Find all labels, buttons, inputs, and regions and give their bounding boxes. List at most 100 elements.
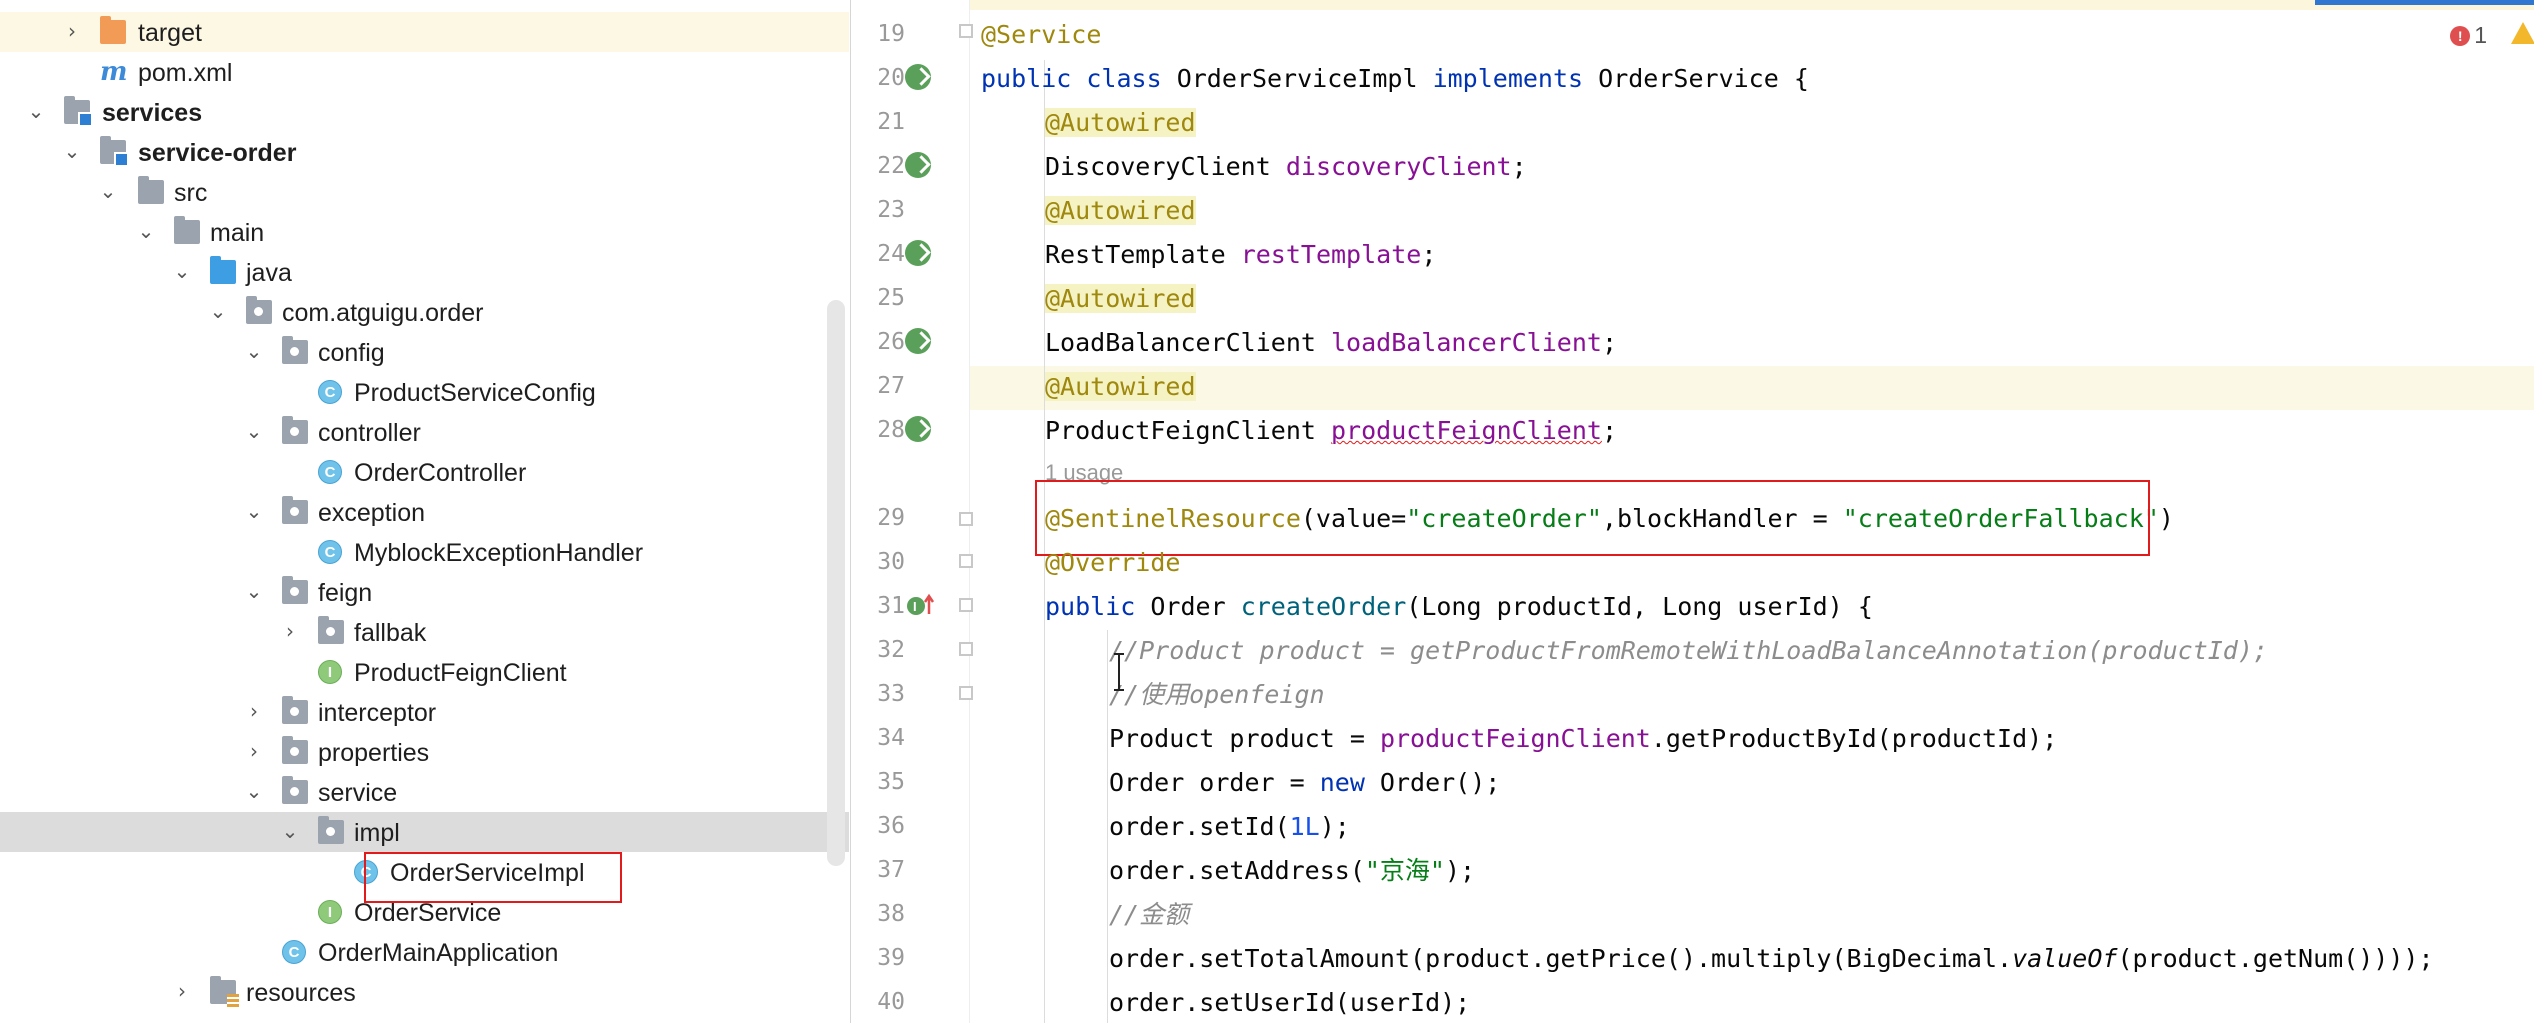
line-number: 19 [877, 21, 905, 47]
chevron-down-icon[interactable]: ⌄ [98, 181, 118, 201]
error-indicator[interactable]: ! 1 [2450, 22, 2487, 49]
tree-item-resources[interactable]: › resources [0, 972, 849, 1012]
tree-item-exception[interactable]: ⌄ exception [0, 492, 849, 532]
code-line-32: //Product product = getProductFromRemote… [1109, 631, 2268, 671]
code-token: (value= [1300, 504, 1407, 533]
tree-item-services[interactable]: ⌄ services [0, 92, 849, 132]
tree-item-label: exception [318, 499, 426, 527]
tree-item-service[interactable]: ⌄ service [0, 772, 849, 812]
code-token: Order(); [1364, 768, 1501, 797]
bean-gutter-icon[interactable] [905, 416, 931, 442]
tree-item-product-service-config[interactable]: C ProductServiceConfig [0, 372, 849, 412]
tree-item-main[interactable]: ⌄ main [0, 212, 849, 252]
type-token: RestTemplate [1045, 240, 1226, 269]
tree-item-fallbak[interactable]: › fallbak [0, 612, 849, 652]
fold-marker[interactable] [959, 24, 973, 38]
chevron-down-icon[interactable]: ⌄ [244, 781, 264, 801]
string-token: "createOrder" [1406, 504, 1602, 533]
chevron-right-icon[interactable]: › [244, 701, 264, 721]
code-line-19: @Service [981, 15, 1101, 55]
code-token: order.setAddress( [1109, 856, 1365, 885]
annotation-token: @Autowired [1045, 372, 1196, 401]
chevron-down-icon[interactable]: ⌄ [280, 821, 300, 841]
line-number: 21 [877, 109, 905, 135]
annotation-token: @Autowired [1045, 196, 1196, 225]
bean-gutter-icon[interactable] [905, 240, 931, 266]
fold-marker[interactable] [959, 598, 973, 612]
chevron-down-icon[interactable]: ⌄ [244, 341, 264, 361]
field-token: restTemplate [1240, 240, 1422, 269]
fold-marker[interactable] [959, 686, 973, 700]
fold-marker[interactable] [959, 554, 973, 568]
tree-item-label: MyblockExceptionHandler [354, 539, 644, 567]
bean-gutter-icon[interactable] [905, 64, 931, 90]
tree-item-label: impl [354, 819, 400, 847]
tree-item-myblock-exception-handler[interactable]: C MyblockExceptionHandler [0, 532, 849, 572]
code-line-24: RestTemplate restTemplate; [1045, 235, 1436, 275]
tree-item-service-order[interactable]: ⌄ service-order [0, 132, 849, 172]
package-icon [282, 696, 308, 724]
tree-item-controller[interactable]: ⌄ controller [0, 412, 849, 452]
keyword-token: public class [981, 64, 1162, 93]
line-number: 27 [877, 373, 905, 399]
bean-gutter-icon[interactable] [905, 328, 931, 354]
chevron-down-icon[interactable]: ⌄ [208, 301, 228, 321]
tree-item-properties[interactable]: › properties [0, 732, 849, 772]
tree-item-label: OrderService [354, 899, 502, 927]
type-token: Order [1150, 592, 1226, 621]
bean-gutter-icon[interactable] [905, 152, 931, 178]
chevron-right-icon[interactable]: › [172, 981, 192, 1001]
code-line-35: Order order = new Order(); [1109, 763, 1500, 803]
static-method-token: valueOf [2012, 944, 2118, 973]
tree-scrollbar[interactable] [827, 300, 845, 866]
chevron-down-icon[interactable]: ⌄ [244, 581, 264, 601]
chevron-down-icon[interactable]: ⌄ [136, 221, 156, 241]
tree-item-product-feign-client[interactable]: I ProductFeignClient [0, 652, 849, 692]
code-token: ) [2158, 504, 2174, 533]
tree-item-pom[interactable]: m pom.xml [0, 52, 849, 92]
chevron-right-icon[interactable]: › [280, 621, 300, 641]
folder-icon [138, 176, 164, 204]
chevron-down-icon[interactable]: ⌄ [62, 141, 82, 161]
chevron-down-icon[interactable]: ⌄ [244, 421, 264, 441]
line-number: 24 [877, 241, 905, 267]
tree-item-impl[interactable]: ⌄ impl [0, 812, 849, 852]
chevron-right-icon[interactable]: › [62, 21, 82, 41]
tree-item-com-atguigu-order[interactable]: ⌄ com.atguigu.order [0, 292, 849, 332]
module-folder-icon [100, 136, 129, 167]
line-number: 33 [877, 681, 905, 707]
tree-item-order-service-impl[interactable]: C OrderServiceImpl [0, 852, 849, 892]
method-token: createOrder [1240, 592, 1407, 621]
fold-marker[interactable] [959, 642, 973, 656]
tree-item-label: ProductServiceConfig [354, 379, 596, 407]
tree-item-order-service[interactable]: I OrderService [0, 892, 849, 932]
tree-item-target[interactable]: › target [0, 12, 849, 52]
comment-token: //Product product = getProductFromRemote… [1109, 636, 2268, 665]
chevron-down-icon[interactable]: ⌄ [244, 501, 264, 521]
line-number: 25 [877, 285, 905, 311]
chevron-right-icon[interactable]: › [244, 741, 264, 761]
code-line-36: order.setId(1L); [1109, 807, 1350, 847]
line-number: 26 [877, 329, 905, 355]
chevron-down-icon[interactable]: ⌄ [172, 261, 192, 281]
code-editor[interactable]: 19 20 21 22 23 24 25 26 27 28 29 30 31 3… [850, 0, 2534, 1023]
tree-item-config[interactable]: ⌄ config [0, 332, 849, 372]
usage-hint[interactable]: 1 usage [1045, 460, 1123, 486]
tree-item-label: target [138, 19, 202, 47]
tree-item-order-main-application[interactable]: C OrderMainApplication [0, 932, 849, 972]
svg-text:I: I [913, 599, 917, 614]
tree-item-feign[interactable]: ⌄ feign [0, 572, 849, 612]
tree-item-java[interactable]: ⌄ java [0, 252, 849, 292]
tree-item-interceptor[interactable]: › interceptor [0, 692, 849, 732]
code-line-39: order.setTotalAmount(product.getPrice().… [1109, 939, 2434, 979]
chevron-down-icon[interactable]: ⌄ [26, 101, 46, 121]
line-number: 30 [877, 549, 905, 575]
tree-item-label: services [102, 99, 203, 127]
fold-marker[interactable] [959, 512, 973, 526]
warning-icon[interactable] [2511, 22, 2534, 44]
implements-method-icon[interactable]: I [905, 592, 935, 618]
tree-item-order-controller[interactable]: C OrderController [0, 452, 849, 492]
project-tree-panel: › target m pom.xml ⌄ services ⌄ service-… [0, 0, 849, 1023]
class-icon: C [354, 860, 378, 884]
tree-item-src[interactable]: ⌄ src [0, 172, 849, 212]
